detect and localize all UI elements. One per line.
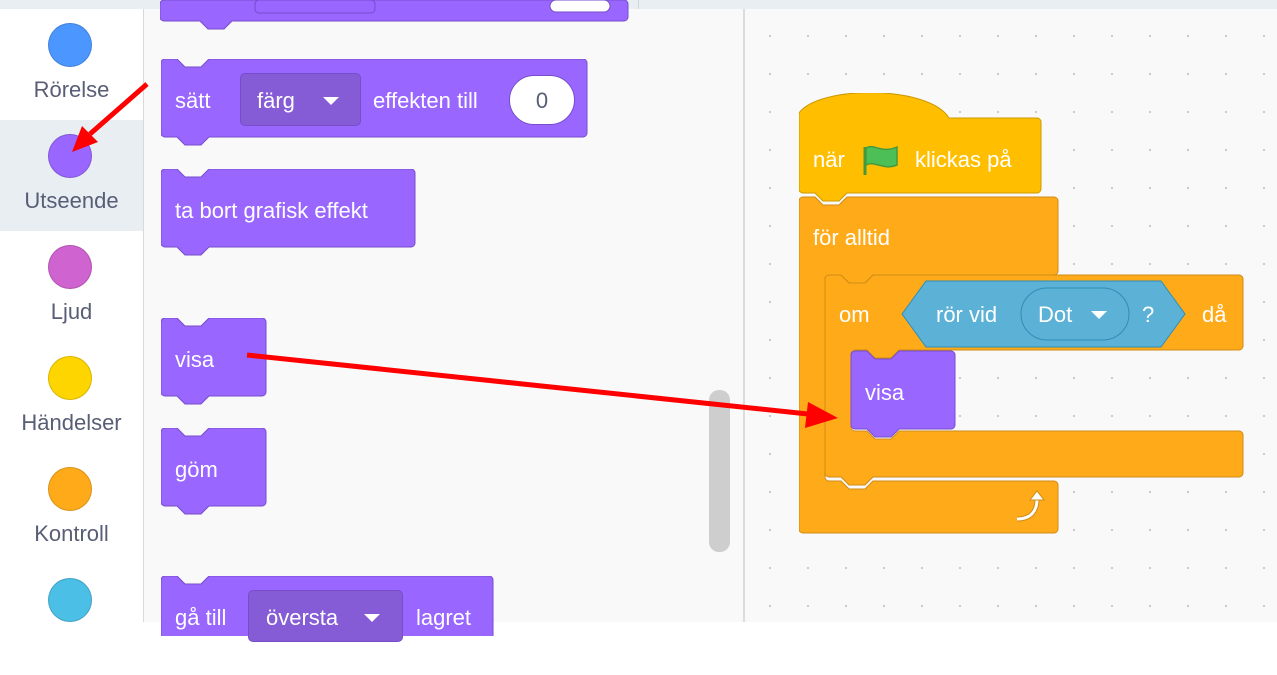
category-events-dot-icon xyxy=(48,356,92,400)
forever-label: för alltid xyxy=(813,225,891,250)
effect-value-text: 0 xyxy=(535,88,549,113)
touching-word2: ? xyxy=(1142,302,1155,327)
category-menu: Rörelse Utseende Ljud Händelser Kontroll xyxy=(0,9,144,622)
category-control[interactable]: Kontroll xyxy=(0,453,143,564)
category-motion[interactable]: Rörelse xyxy=(0,9,143,120)
hat-word2: klickas på xyxy=(915,147,1012,172)
partial-looks-block[interactable] xyxy=(160,0,630,42)
layer-dropdown-value: översta xyxy=(266,605,339,630)
effect-dropdown-caret-icon xyxy=(323,97,339,105)
category-looks-dot-icon xyxy=(48,134,92,178)
palette-scrollbar[interactable] xyxy=(709,390,730,552)
go-to-layer-word2: lagret xyxy=(416,605,472,630)
category-control-label: Kontroll xyxy=(34,521,109,546)
script-workspace[interactable]: när klickas på för alltid om rör vid Dot… xyxy=(745,9,1277,622)
inner-show-label: visa xyxy=(865,380,905,405)
set-effect-word1: sätt xyxy=(175,88,211,113)
if-word2: då xyxy=(1202,302,1227,327)
hide-block-label: göm xyxy=(175,457,218,482)
category-looks[interactable]: Utseende xyxy=(0,120,143,231)
category-motion-dot-icon xyxy=(48,23,92,67)
category-control-dot-icon xyxy=(48,467,92,511)
category-motion-label: Rörelse xyxy=(33,77,110,102)
category-sound-dot-icon xyxy=(48,245,92,289)
effect-dropdown-value: färg xyxy=(257,88,295,113)
set-effect-word2: effekten till xyxy=(373,88,478,113)
category-events-label: Händelser xyxy=(21,410,122,435)
category-events[interactable]: Händelser xyxy=(0,342,143,453)
hat-word1: när xyxy=(813,147,845,172)
if-word1: om xyxy=(839,302,870,327)
show-block-label: visa xyxy=(175,347,215,372)
go-to-layer-word1: gå till xyxy=(175,605,227,630)
category-looks-label: Utseende xyxy=(24,188,119,213)
category-sensing[interactable] xyxy=(0,564,143,675)
block-palette: sätt färg effekten till 0 ta bort grafis… xyxy=(144,0,743,642)
clear-graphic-effects-label: ta bort grafisk effekt xyxy=(175,198,368,223)
category-sound-label: Ljud xyxy=(50,299,93,324)
touching-word1: rör vid xyxy=(936,302,998,327)
category-sound[interactable]: Ljud xyxy=(0,231,143,342)
touching-dropdown-value[interactable]: Dot xyxy=(1038,302,1072,328)
category-sensing-dot-icon xyxy=(48,578,92,622)
